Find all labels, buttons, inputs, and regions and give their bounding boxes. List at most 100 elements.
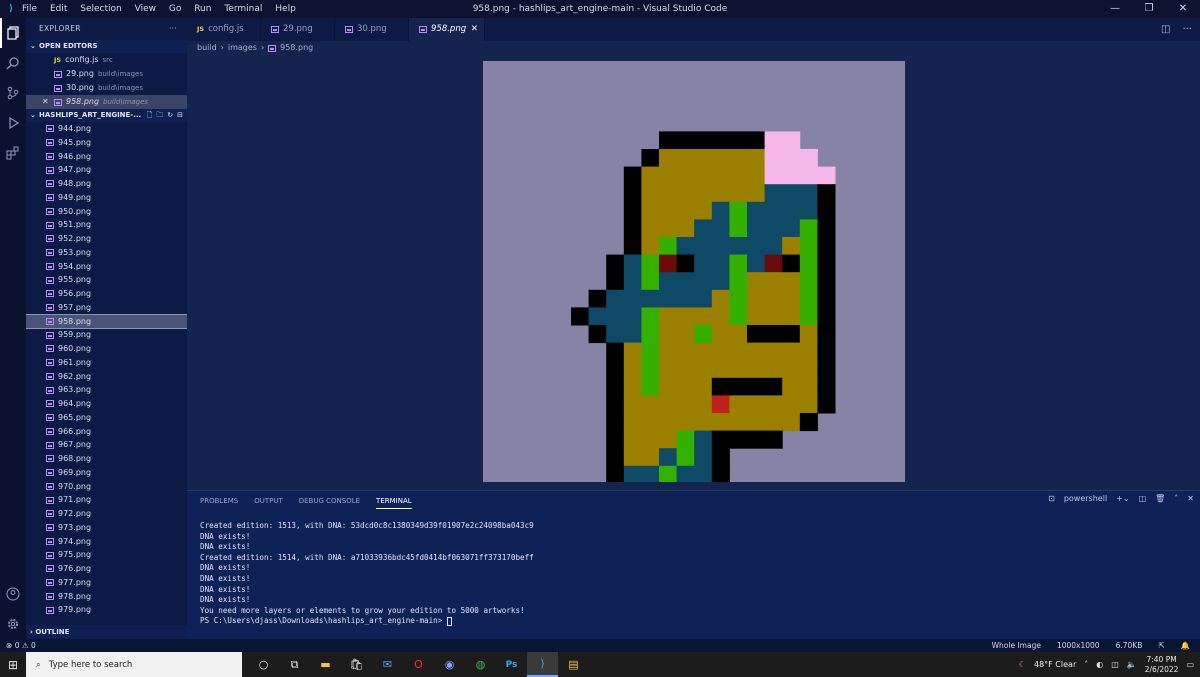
file-tree-item[interactable]: 949.png (26, 191, 187, 205)
store-icon[interactable]: 🛍 (341, 652, 372, 677)
open-editor-item[interactable]: 30.png build\images (26, 81, 187, 95)
source-control-icon[interactable] (0, 78, 26, 108)
maximize-panel-icon[interactable]: ˄ (1174, 494, 1178, 503)
notifications-icon[interactable]: 🔔 (1181, 639, 1190, 652)
new-terminal-icon[interactable]: +⌄ (1116, 494, 1129, 503)
menu-view[interactable]: View (135, 4, 156, 14)
new-folder-icon[interactable]: 🗀 (156, 109, 163, 122)
clock[interactable]: 7:40 PM 2/6/2022 (1145, 655, 1179, 675)
file-tree-item[interactable]: 974.png (26, 535, 187, 549)
menu-file[interactable]: File (22, 4, 37, 14)
network-icon[interactable]: ◐ (1096, 660, 1103, 669)
file-tree-item[interactable]: 945.png (26, 136, 187, 150)
file-tree-item[interactable]: 976.png (26, 562, 187, 576)
maximize-button[interactable]: ❐ (1132, 0, 1166, 18)
taskbar-search[interactable]: ⌕ Type here to search (26, 652, 242, 677)
task-view-icon[interactable]: ⧉ (279, 652, 310, 677)
close-editor-icon[interactable]: ✕ (42, 95, 54, 109)
more-actions-icon[interactable]: ··· (169, 18, 177, 40)
file-tree-item[interactable]: 963.png (26, 383, 187, 397)
menu-help[interactable]: Help (275, 4, 296, 14)
settings-gear-icon[interactable] (0, 609, 26, 639)
problems-status[interactable]: ⊗ 0 ⚠ 0 (6, 639, 36, 652)
file-tree-item[interactable]: 968.png (26, 452, 187, 466)
split-terminal-icon[interactable]: ◫ (1139, 494, 1147, 503)
tray-app-icon[interactable]: ◫ (1111, 660, 1119, 669)
tab-config-js[interactable]: JS config.js (187, 18, 261, 41)
open-editor-item-active[interactable]: ✕ 958.png build\images (26, 95, 187, 109)
more-actions-icon[interactable]: ··· (1182, 18, 1192, 41)
split-editor-icon[interactable]: ◫ (1161, 18, 1170, 41)
tab-30-png[interactable]: 30.png (335, 18, 409, 41)
file-tree-item[interactable]: 966.png (26, 425, 187, 439)
file-tree-item[interactable]: 946.png (26, 150, 187, 164)
discord-icon[interactable]: ◉ (434, 652, 465, 677)
panel-tab-problems[interactable]: PROBLEMS (200, 494, 238, 508)
image-mode-status[interactable]: Whole Image (992, 639, 1041, 652)
chrome-icon[interactable]: ◍ (465, 652, 496, 677)
panel-tab-terminal[interactable]: TERMINAL (376, 494, 412, 509)
file-tree-item[interactable]: 967.png (26, 438, 187, 452)
panel-tab-output[interactable]: OUTPUT (254, 494, 283, 508)
windows-start-icon[interactable]: ⊞ (0, 658, 26, 672)
file-tree-item[interactable]: 965.png (26, 411, 187, 425)
file-explorer-icon[interactable]: ▬ (310, 652, 341, 677)
tab-29-png[interactable]: 29.png (261, 18, 335, 41)
file-tree-item[interactable]: 977.png (26, 576, 187, 590)
panel-tab-debug-console[interactable]: DEBUG CONSOLE (299, 494, 360, 508)
file-tree-item[interactable]: 970.png (26, 480, 187, 494)
files-app-icon[interactable]: ▤ (558, 652, 589, 677)
menu-run[interactable]: Run (194, 4, 211, 14)
weather-text[interactable]: 48°F Clear (1034, 660, 1076, 669)
file-tree-item[interactable]: 962.png (26, 370, 187, 384)
run-debug-icon[interactable] (0, 108, 26, 138)
shell-name[interactable]: powershell (1064, 494, 1107, 503)
account-icon[interactable] (0, 579, 26, 609)
refresh-icon[interactable]: ↻ (167, 109, 173, 122)
file-tree-item[interactable]: 975.png (26, 548, 187, 562)
file-tree-item[interactable]: 948.png (26, 177, 187, 191)
file-tree-item[interactable]: 954.png (26, 260, 187, 274)
file-tree-item[interactable]: 947.png (26, 163, 187, 177)
file-tree-item[interactable]: 955.png (26, 273, 187, 287)
close-button[interactable]: ✕ (1166, 0, 1200, 18)
open-editors-section[interactable]: ⌄ OPEN EDITORS (26, 40, 187, 53)
vscode-taskbar-icon[interactable]: ⟩ (527, 652, 558, 677)
image-preview[interactable] (483, 61, 905, 482)
kill-terminal-icon[interactable]: 🗑 (1155, 494, 1165, 503)
file-tree-item[interactable]: 972.png (26, 507, 187, 521)
file-tree-item[interactable]: 959.png (26, 328, 187, 342)
file-tree-item[interactable]: 973.png (26, 521, 187, 535)
extensions-icon[interactable] (0, 138, 26, 168)
file-tree-item[interactable]: 952.png (26, 232, 187, 246)
file-tree-item[interactable]: 957.png (26, 301, 187, 315)
photoshop-icon[interactable]: Ps (496, 652, 527, 677)
file-tree-item[interactable]: 953.png (26, 246, 187, 260)
menu-edit[interactable]: Edit (50, 4, 67, 14)
file-tree-item[interactable]: 951.png (26, 218, 187, 232)
feedback-icon[interactable]: ⇱ (1158, 639, 1164, 652)
tab-958-png[interactable]: 958.png ✕ (409, 18, 485, 41)
search-icon[interactable] (0, 48, 26, 78)
file-tree-item[interactable]: 961.png (26, 356, 187, 370)
outline-section[interactable]: › OUTLINE (26, 625, 187, 639)
breadcrumb-item[interactable]: build (197, 41, 217, 55)
cortana-icon[interactable]: ○ (248, 652, 279, 677)
file-tree-item[interactable]: 960.png (26, 342, 187, 356)
close-tab-icon[interactable]: ✕ (471, 18, 478, 41)
volume-icon[interactable]: 🔈 (1127, 660, 1137, 669)
open-editor-item[interactable]: 29.png build\images (26, 67, 187, 81)
opera-icon[interactable]: O (403, 652, 434, 677)
file-tree-item[interactable]: 978.png (26, 590, 187, 604)
explorer-icon[interactable] (0, 18, 26, 48)
menu-go[interactable]: Go (169, 4, 181, 14)
tray-chevron-icon[interactable]: ˄ (1084, 660, 1088, 669)
minimize-button[interactable]: — (1098, 0, 1132, 18)
mail-icon[interactable]: ✉ (372, 652, 403, 677)
file-tree-item[interactable]: 944.png (26, 122, 187, 136)
collapse-all-icon[interactable]: ⊟ (177, 109, 183, 122)
file-tree-item[interactable]: 964.png (26, 397, 187, 411)
new-file-icon[interactable]: 🗋 (147, 109, 153, 122)
terminal-output[interactable]: Created edition: 1513, with DNA: 53dcd0c… (187, 511, 1200, 627)
file-tree-item[interactable]: 971.png (26, 493, 187, 507)
